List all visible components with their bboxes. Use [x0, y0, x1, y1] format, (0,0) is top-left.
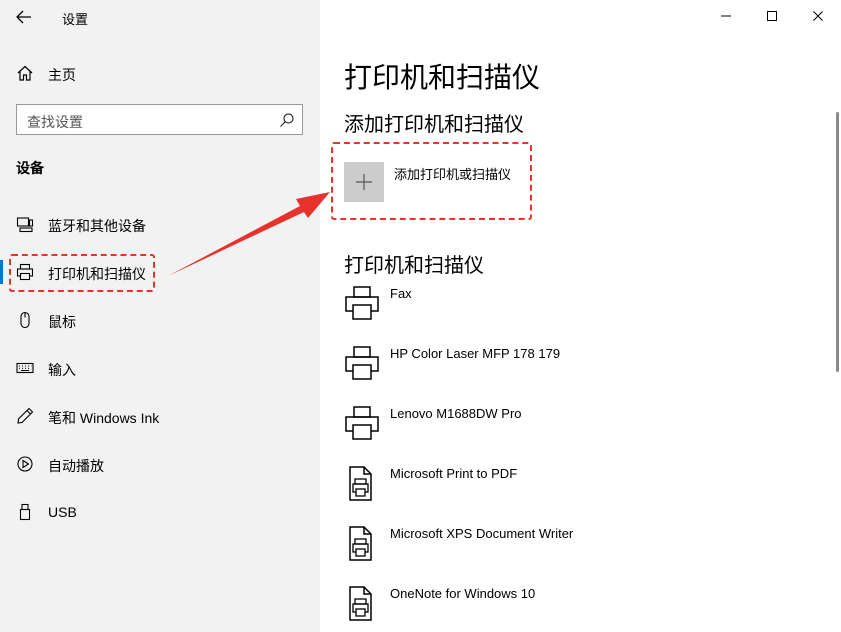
back-arrow-icon: [16, 10, 31, 24]
printer-name: Lenovo M1688DW Pro: [390, 406, 522, 421]
usb-icon: [19, 503, 31, 521]
highlight-box-sidebar: [9, 254, 155, 292]
highlight-box-add: [331, 142, 532, 220]
home-icon: [17, 65, 33, 81]
sidebar-item-home[interactable]: 主页: [0, 58, 320, 88]
close-button[interactable]: [795, 0, 841, 32]
minimize-icon: [721, 15, 731, 17]
printer-item-fax[interactable]: Fax: [344, 286, 804, 336]
mouse-icon: [20, 311, 30, 329]
autoplay-icon: [17, 456, 33, 472]
maximize-button[interactable]: [749, 0, 795, 32]
title-bar: 设置: [0, 0, 320, 34]
printer-icon: [345, 286, 379, 320]
close-icon: [813, 11, 823, 21]
sidebar-item-label: 输入: [48, 362, 76, 378]
sidebar-item-autoplay[interactable]: 自动播放: [0, 446, 320, 482]
app-title: 设置: [62, 12, 89, 27]
keyboard-icon: [16, 362, 34, 374]
sidebar-item-usb[interactable]: USB: [0, 494, 320, 530]
document-printer-icon: [349, 526, 372, 561]
sidebar-item-mouse[interactable]: 鼠标: [0, 302, 320, 338]
printer-icon: [345, 406, 379, 440]
printer-name: Fax: [390, 286, 412, 301]
printer-icon: [345, 346, 379, 380]
sidebar-item-label: 笔和 Windows Ink: [48, 410, 160, 426]
printer-name: Microsoft XPS Document Writer: [390, 526, 574, 541]
add-section-title: 添加打印机和扫描仪: [344, 114, 524, 136]
document-printer-icon: [349, 466, 372, 501]
search-input[interactable]: 查找设置: [16, 104, 303, 135]
maximize-icon: [767, 11, 777, 21]
printer-name: Microsoft Print to PDF: [390, 466, 518, 481]
printer-name: OneNote for Windows 10: [390, 586, 536, 601]
sidebar-item-label: 自动播放: [48, 458, 104, 474]
printer-item-xps-writer[interactable]: Microsoft XPS Document Writer: [344, 526, 804, 576]
window-controls: [703, 0, 841, 32]
sidebar-item-bluetooth[interactable]: 蓝牙和其他设备: [0, 206, 320, 242]
printer-item-lenovo[interactable]: Lenovo M1688DW Pro: [344, 406, 804, 456]
printer-item-print-to-pdf[interactable]: Microsoft Print to PDF: [344, 466, 804, 516]
sidebar-home-label: 主页: [48, 67, 76, 83]
main-content: 打印机和扫描仪 添加打印机和扫描仪 添加打印机或扫描仪 打印机和扫描仪 Fax …: [320, 0, 841, 632]
pen-icon: [17, 407, 34, 424]
printer-item-hp[interactable]: HP Color Laser MFP 178 179: [344, 346, 804, 396]
active-indicator: [0, 260, 3, 284]
section-title-devices: 设备: [16, 160, 44, 176]
document-printer-icon: [349, 586, 372, 621]
sidebar-item-label: USB: [48, 504, 77, 520]
scrollbar[interactable]: [836, 112, 839, 372]
printer-name: HP Color Laser MFP 178 179: [390, 346, 561, 361]
search-icon[interactable]: [278, 111, 296, 129]
sidebar-item-pen[interactable]: 笔和 Windows Ink: [0, 398, 320, 434]
printers-section-title: 打印机和扫描仪: [344, 255, 484, 277]
back-button[interactable]: [10, 5, 38, 29]
minimize-button[interactable]: [703, 0, 749, 32]
sidebar-item-typing[interactable]: 输入: [0, 350, 320, 386]
printer-item-onenote[interactable]: OneNote for Windows 10: [344, 586, 804, 632]
sidebar-item-label: 蓝牙和其他设备: [48, 218, 146, 234]
page-title: 打印机和扫描仪: [344, 62, 541, 93]
sidebar-item-label: 鼠标: [48, 314, 76, 330]
sidebar: 设置 主页 查找设置 设备 蓝牙和其他设备 打印机和扫描仪 鼠标 输入 笔和 W…: [0, 0, 320, 632]
bluetooth-devices-icon: [16, 217, 34, 233]
search-placeholder: 查找设置: [27, 114, 83, 130]
